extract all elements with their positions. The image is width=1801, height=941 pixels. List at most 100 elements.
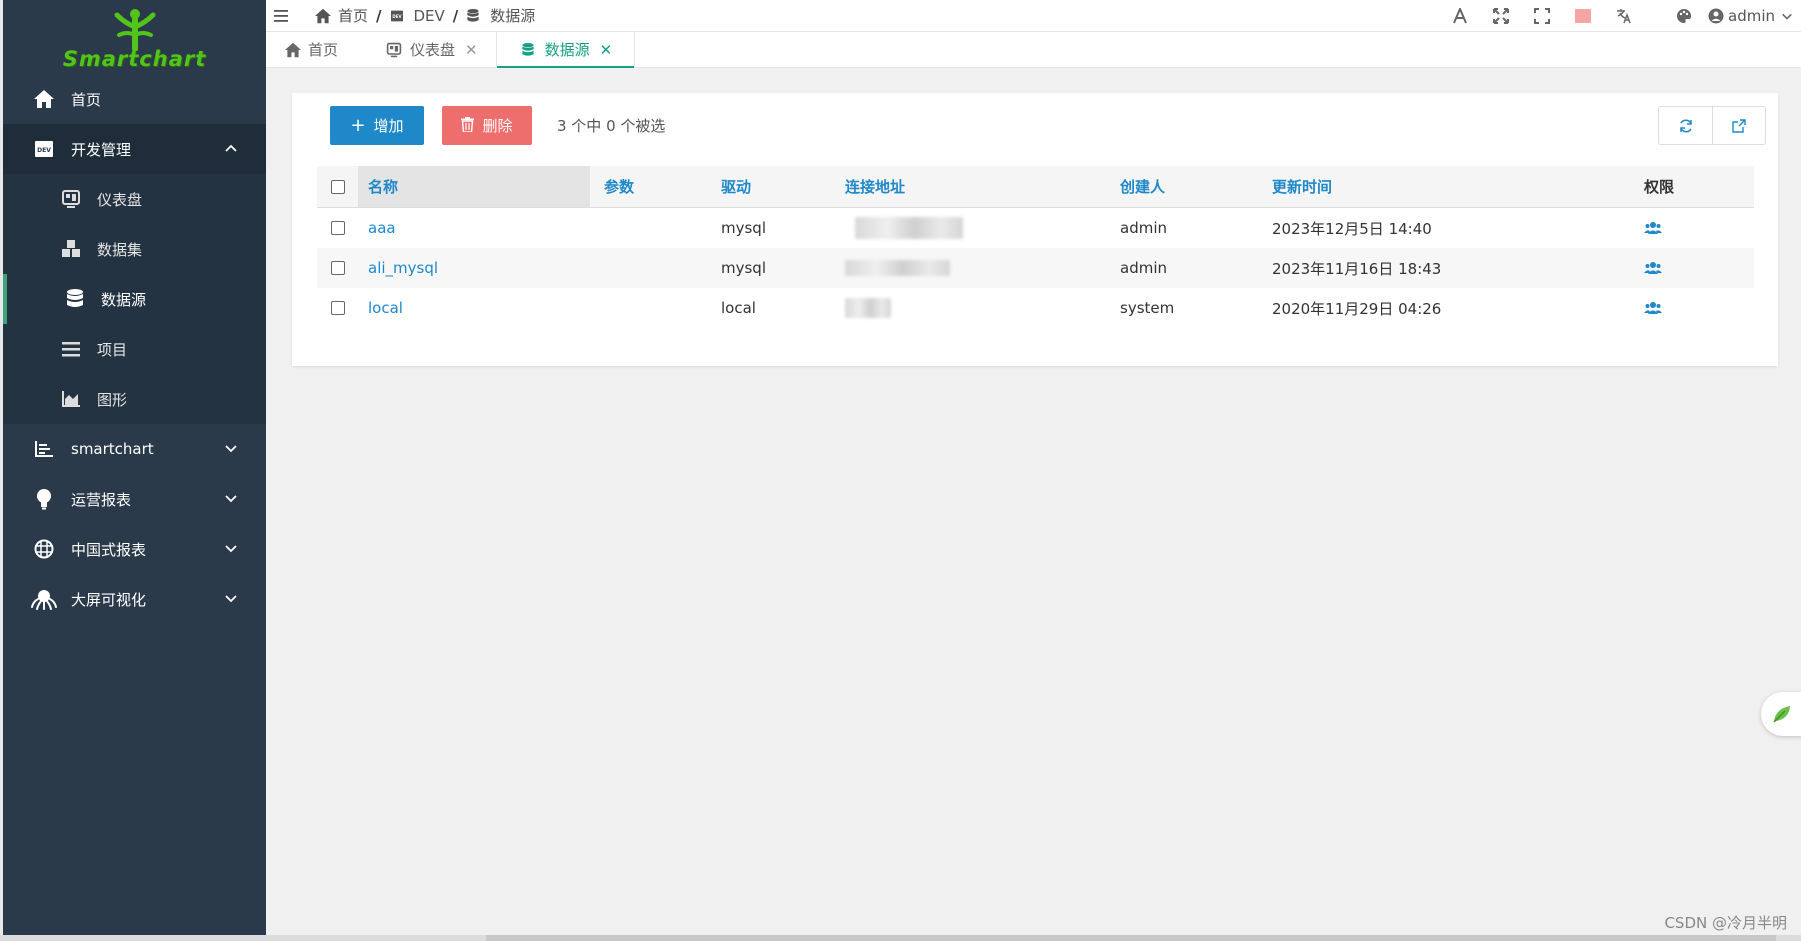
col-header-param[interactable]: 参数: [590, 166, 709, 207]
cell-updated: 2023年11月16日 18:43: [1272, 259, 1442, 278]
chevron-down-icon: [1782, 13, 1792, 20]
export-button[interactable]: [1712, 107, 1765, 144]
plus-icon: +: [350, 114, 366, 136]
datasource-link[interactable]: local: [368, 299, 403, 317]
cell-permission: [1634, 288, 1734, 328]
sidebar-item-label: 开发管理: [71, 140, 132, 159]
cell-name: aaa: [358, 208, 590, 248]
sidebar-item-smartchart[interactable]: smartchart: [3, 424, 266, 474]
refresh-icon: [1679, 118, 1692, 133]
table-row: local local system 2020年11月29日 04:26: [317, 288, 1754, 328]
chevron-down-icon: [225, 595, 237, 603]
dashboard-icon: [59, 187, 83, 211]
add-button[interactable]: + 增加: [330, 106, 424, 145]
cell-creator: system: [1120, 299, 1175, 317]
sidebar-item-big-screen[interactable]: 大屏可视化: [3, 574, 266, 624]
sidebar-item-datasets[interactable]: 数据集: [3, 224, 266, 274]
users-permission-icon[interactable]: [1644, 261, 1662, 275]
home-icon: [314, 7, 332, 25]
svg-text:DEV: DEV: [392, 14, 402, 19]
sidebar-item-projects[interactable]: 项目: [3, 324, 266, 374]
select-all-checkbox[interactable]: [330, 179, 345, 194]
close-icon[interactable]: ✕: [465, 41, 478, 59]
expand-icon[interactable]: [1491, 6, 1511, 26]
breadcrumb-separator: /: [452, 6, 459, 25]
translate-icon[interactable]: [1614, 6, 1634, 26]
hamburger-menu-icon[interactable]: [272, 9, 292, 23]
chevron-down-icon: [225, 545, 237, 553]
col-header-creator[interactable]: 创建人: [1112, 166, 1264, 207]
floating-assistant-button[interactable]: [1761, 692, 1801, 736]
sidebar-item-ops-report[interactable]: 运营报表: [3, 474, 266, 524]
chevron-down-icon: [225, 445, 237, 453]
redacted-block: [845, 260, 950, 276]
cell-url-redacted: [837, 248, 1112, 288]
delete-button[interactable]: 删除: [442, 106, 532, 145]
sidebar-item-label: 数据源: [101, 290, 147, 309]
cell-name: local: [358, 288, 590, 328]
row-checkbox[interactable]: [330, 261, 345, 275]
datasource-link[interactable]: aaa: [368, 219, 396, 237]
sidebar-item-label: 运营报表: [71, 490, 132, 509]
fullscreen-icon[interactable]: [1532, 6, 1552, 26]
dev-badge-icon[interactable]: [1573, 6, 1593, 26]
refresh-button[interactable]: [1659, 107, 1712, 144]
home-icon: [31, 86, 57, 112]
cell-updated: 2020年11月29日 04:26: [1272, 299, 1442, 318]
sidebar-item-dashboard[interactable]: 仪表盘: [3, 174, 266, 224]
database-icon: [63, 287, 87, 311]
col-header-name[interactable]: 名称: [358, 166, 590, 207]
cell-driver: local: [721, 299, 756, 317]
datasource-table: 名称 参数 驱动 连接地址 创建人 更新时间 权限 aaa mysql admi…: [317, 166, 1754, 328]
redacted-block: [845, 298, 891, 318]
grid-ball-icon: [31, 536, 57, 562]
row-checkbox[interactable]: [330, 301, 345, 315]
col-header-driver[interactable]: 驱动: [709, 166, 837, 207]
table-row: aaa mysql admin 2023年12月5日 14:40: [317, 208, 1754, 248]
content-card: + 增加 删除 3 个中 0 个被选 名称 参数 驱动 连接地址 创建人 更新时…: [292, 93, 1778, 366]
col-header-permission: 权限: [1644, 178, 1675, 196]
cell-param: [590, 248, 709, 288]
breadcrumb-item-home[interactable]: 首页: [338, 5, 368, 26]
octopus-icon: [31, 586, 57, 612]
tab-dashboard[interactable]: 仪表盘 ✕: [356, 32, 496, 67]
col-header-url[interactable]: 连接地址: [837, 166, 1112, 207]
horizontal-scrollbar[interactable]: [0, 935, 1801, 941]
chevron-up-icon: [225, 144, 237, 152]
tab-bar: 首页 仪表盘 ✕ 数据源 ✕: [266, 32, 1801, 68]
scrollbar-thumb[interactable]: [486, 935, 1776, 941]
submenu-dev: 仪表盘 数据集 数据源 项目 图形: [3, 174, 266, 424]
font-icon[interactable]: [1450, 6, 1470, 26]
cubes-icon: [59, 237, 83, 261]
bar-chart-icon: [31, 436, 57, 462]
tab-home[interactable]: 首页: [266, 32, 356, 67]
select-all-cell: [317, 166, 358, 207]
datasource-link[interactable]: ali_mysql: [368, 259, 438, 277]
sidebar-item-home[interactable]: 首页: [3, 74, 266, 124]
sidebar-item-charts[interactable]: 图形: [3, 374, 266, 424]
cell-url-redacted: [837, 288, 1112, 328]
breadcrumb-item-datasource: 数据源: [490, 7, 536, 25]
palette-icon[interactable]: [1674, 6, 1694, 26]
sidebar-item-label: smartchart: [71, 440, 154, 458]
users-permission-icon[interactable]: [1644, 221, 1662, 235]
logo[interactable]: Smartchart: [3, 0, 266, 74]
sidebar-item-dev[interactable]: DEV 开发管理: [3, 124, 266, 174]
table-row: ali_mysql mysql admin 2023年11月16日 18:43: [317, 248, 1754, 288]
sidebar-item-datasource[interactable]: 数据源: [3, 274, 266, 324]
user-menu[interactable]: admin: [1708, 7, 1793, 25]
close-icon[interactable]: ✕: [600, 41, 613, 59]
chevron-down-icon: [225, 495, 237, 503]
leaf-icon: [1773, 706, 1790, 723]
breadcrumb-item-dev[interactable]: DEV: [414, 7, 445, 25]
list-icon: [59, 337, 83, 361]
delete-button-label: 删除: [482, 117, 513, 135]
cell-driver: mysql: [721, 219, 766, 237]
tab-datasource[interactable]: 数据源 ✕: [495, 32, 636, 68]
row-checkbox[interactable]: [330, 221, 345, 235]
users-permission-icon[interactable]: [1644, 301, 1662, 315]
col-header-updated[interactable]: 更新时间: [1264, 166, 1634, 207]
lightbulb-icon: [31, 486, 57, 512]
sidebar-item-china-report[interactable]: 中国式报表: [3, 524, 266, 574]
cell-param: [590, 288, 709, 328]
